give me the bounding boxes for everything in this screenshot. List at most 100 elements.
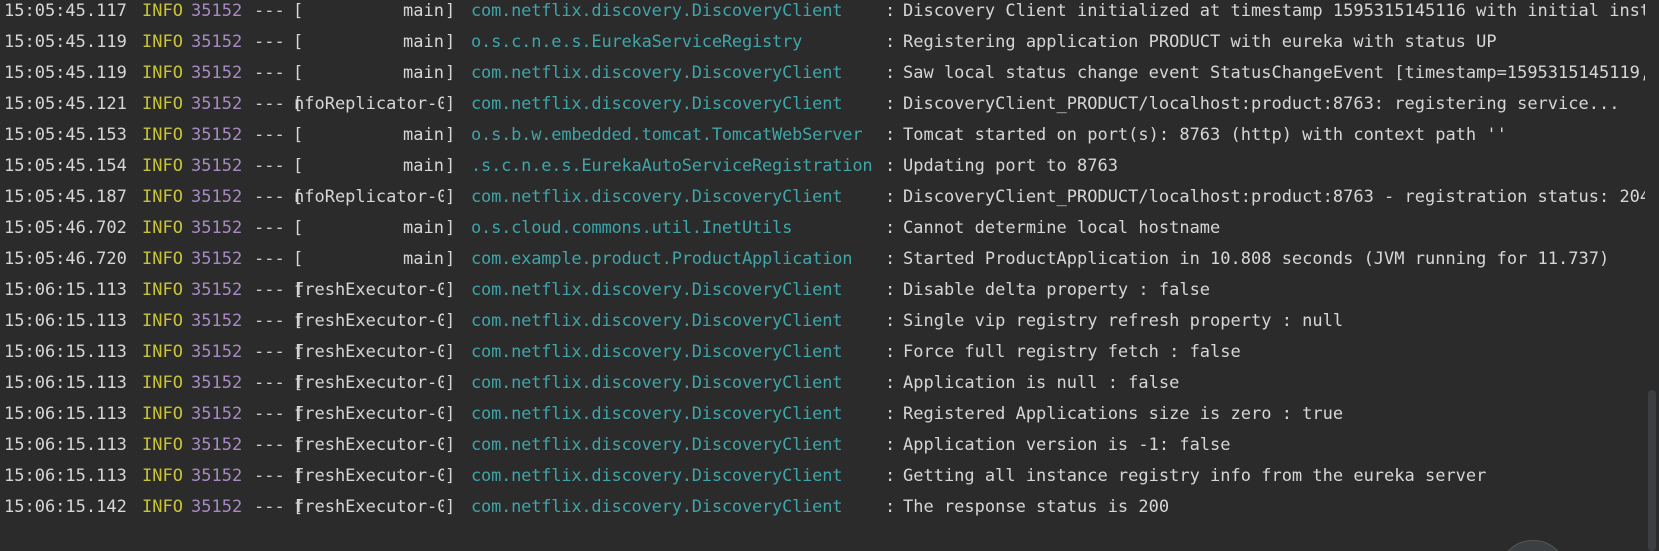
log-line: 15:05:45.121 INFO 35152 --- nfoReplicator-0 c… — [4, 89, 1641, 120]
log-line: 15:06:15.113 INFO 35152 --- freshExecutor-0 c… — [4, 275, 1641, 306]
log-line: 15:05:45.187 INFO 35152 --- nfoReplicator-0 c… — [4, 182, 1650, 213]
thread-bracket-close: ] — [445, 94, 456, 114]
thread-bracket-close: ] — [445, 156, 456, 176]
thread-bracket-close: ] — [445, 404, 456, 424]
log-thread: freshExecutor-0 — [294, 280, 444, 300]
log-colon: : — [885, 187, 896, 207]
log-thread: freshExecutor-0 — [294, 466, 444, 486]
thread-bracket-open: [ — [293, 249, 304, 269]
log-logger-name: com.netflix.discovery.DiscoveryClient — [471, 435, 843, 455]
log-level: INFO — [142, 32, 183, 52]
log-pid: 35152 — [191, 249, 243, 269]
thread-bracket-open: [ — [293, 311, 304, 331]
log-logger-name: com.netflix.discovery.DiscoveryClient — [471, 94, 843, 114]
log-lines: 15:05:45.117 INFO 35152 --- main com.netflix.… — [4, 0, 1659, 523]
thread-bracket-close: ] — [445, 280, 456, 300]
thread-bracket-close: ] — [445, 1, 456, 21]
log-message: Updating port to 8763 — [903, 156, 1118, 176]
log-line: 15:05:45.153 INFO 35152 --- main o.s.b.w.embe… — [4, 120, 1641, 151]
thread-bracket-open: [ — [293, 218, 304, 238]
log-message: Started ProductApplication in 10.808 sec… — [903, 249, 1610, 269]
scrollbar-thumb[interactable] — [1648, 390, 1656, 551]
log-timestamp: 15:06:15.113 — [4, 435, 127, 455]
log-pid: 35152 — [191, 280, 243, 300]
console-output[interactable]: 15:05:45.117 INFO 35152 --- main com.netflix.… — [0, 0, 1659, 551]
log-pid: 35152 — [191, 373, 243, 393]
log-thread: main — [403, 156, 444, 176]
log-colon: : — [885, 280, 896, 300]
log-pid: 35152 — [191, 435, 243, 455]
log-thread: main — [403, 1, 444, 21]
log-thread: freshExecutor-0 — [294, 497, 444, 517]
log-colon: : — [885, 249, 896, 269]
thread-bracket-close: ] — [445, 125, 456, 145]
log-level: INFO — [142, 373, 183, 393]
log-message: Single vip registry refresh property : n… — [903, 311, 1344, 331]
log-pid: 35152 — [191, 311, 243, 331]
log-line: 15:06:15.113 INFO 35152 --- freshExecutor-0 c… — [4, 337, 1641, 368]
log-thread: freshExecutor-0 — [294, 404, 444, 424]
log-message: Registered Applications size is zero : t… — [903, 404, 1344, 424]
log-pid: 35152 — [191, 156, 243, 176]
log-colon: : — [885, 94, 896, 114]
log-timestamp: 15:06:15.113 — [4, 404, 127, 424]
log-separator: --- — [254, 32, 285, 52]
log-level: INFO — [142, 1, 183, 21]
log-separator: --- — [254, 497, 285, 517]
log-line: 15:05:46.720 INFO 35152 --- main com.example.… — [4, 244, 1641, 275]
log-separator: --- — [254, 187, 285, 207]
log-logger-name: o.s.cloud.commons.util.InetUtils — [471, 218, 793, 238]
thread-bracket-open: [ — [293, 435, 304, 455]
thread-bracket-open: [ — [293, 1, 304, 21]
log-separator: --- — [254, 63, 285, 83]
thread-bracket-open: [ — [293, 125, 304, 145]
log-line: 15:05:45.154 INFO 35152 --- main .s.c.n.e.s.E… — [4, 151, 1641, 182]
log-colon: : — [885, 466, 896, 486]
log-pid: 35152 — [191, 404, 243, 424]
log-separator: --- — [254, 373, 285, 393]
thread-bracket-open: [ — [293, 187, 304, 207]
log-level: INFO — [142, 342, 183, 362]
console-corner-widget-icon[interactable] — [1500, 540, 1566, 551]
log-level: INFO — [142, 249, 183, 269]
thread-bracket-close: ] — [445, 218, 456, 238]
log-message: Application is null : false — [903, 373, 1180, 393]
log-message: Tomcat started on port(s): 8763 (http) w… — [903, 125, 1507, 145]
log-pid: 35152 — [191, 218, 243, 238]
log-pid: 35152 — [191, 94, 243, 114]
log-colon: : — [885, 404, 896, 424]
log-pid: 35152 — [191, 63, 243, 83]
log-logger-name: .s.c.n.e.s.EurekaAutoServiceRegistration — [471, 156, 873, 176]
log-thread: nfoReplicator-0 — [294, 94, 444, 114]
log-line: 15:05:45.117 INFO 35152 --- main com.netflix.… — [4, 0, 1659, 27]
log-colon: : — [885, 373, 896, 393]
log-message: Discovery Client initialized at timestam… — [903, 1, 1659, 21]
thread-bracket-open: [ — [293, 404, 304, 424]
thread-bracket-open: [ — [293, 63, 304, 83]
log-timestamp: 15:05:46.720 — [4, 249, 127, 269]
thread-bracket-close: ] — [445, 311, 456, 331]
log-colon: : — [885, 218, 896, 238]
log-timestamp: 15:06:15.113 — [4, 342, 127, 362]
log-separator: --- — [254, 249, 285, 269]
log-separator: --- — [254, 342, 285, 362]
thread-bracket-open: [ — [293, 497, 304, 517]
thread-bracket-open: [ — [293, 280, 304, 300]
log-logger-name: com.example.product.ProductApplication — [471, 249, 853, 269]
log-logger-name: o.s.c.n.e.s.EurekaServiceRegistry — [471, 32, 803, 52]
log-pid: 35152 — [191, 497, 243, 517]
log-message: DiscoveryClient_PRODUCT/localhost:produc… — [903, 94, 1620, 114]
log-colon: : — [885, 125, 896, 145]
log-separator: --- — [254, 404, 285, 424]
log-colon: : — [885, 342, 896, 362]
log-pid: 35152 — [191, 187, 243, 207]
log-level: INFO — [142, 218, 183, 238]
thread-bracket-close: ] — [445, 435, 456, 455]
log-colon: : — [885, 63, 896, 83]
log-logger-name: com.netflix.discovery.DiscoveryClient — [471, 311, 843, 331]
log-separator: --- — [254, 280, 285, 300]
log-level: INFO — [142, 280, 183, 300]
log-logger-name: com.netflix.discovery.DiscoveryClient — [471, 404, 843, 424]
log-colon: : — [885, 32, 896, 52]
vertical-scrollbar[interactable] — [1645, 0, 1659, 551]
